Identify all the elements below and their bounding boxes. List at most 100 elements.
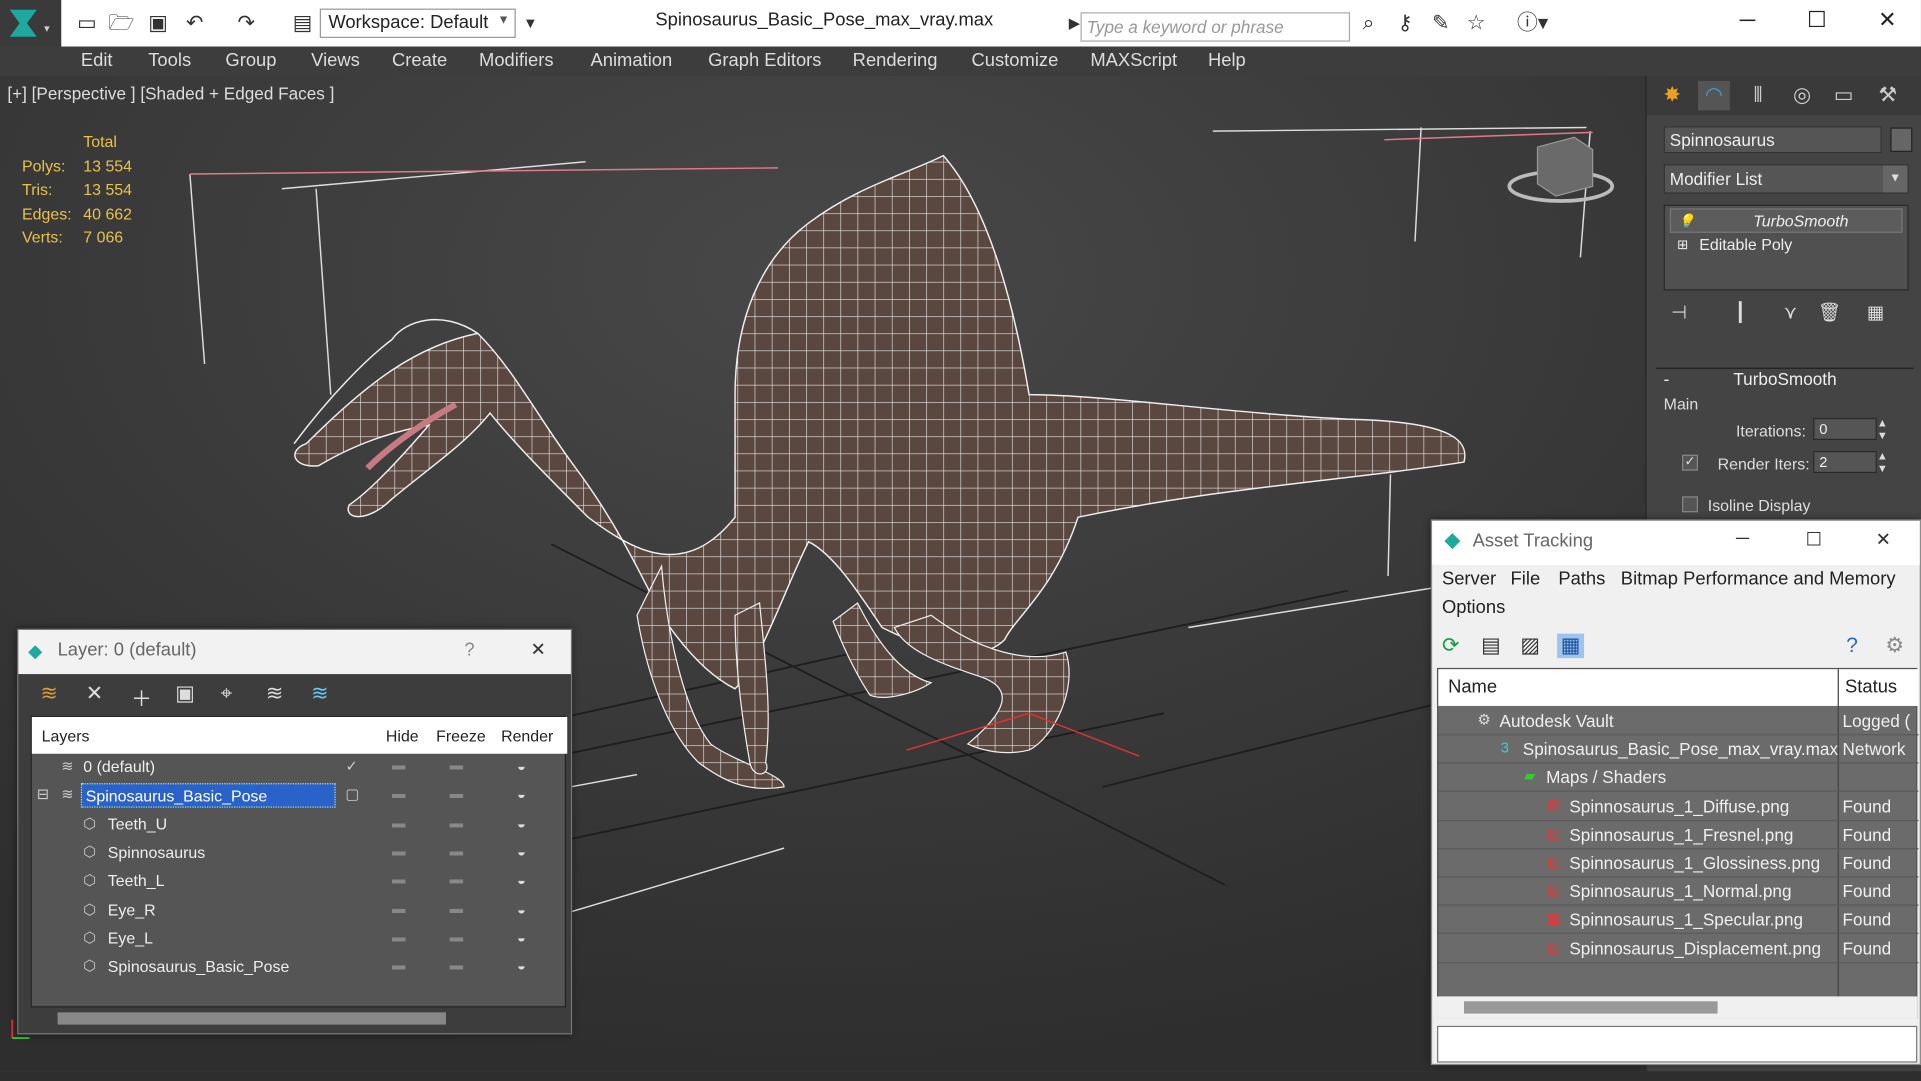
hide-all-icon[interactable]: ≋ [266,681,283,706]
hide-toggle[interactable]: ▬ [392,901,405,916]
redo-icon[interactable]: ↷ [233,10,260,37]
render-teapot-icon[interactable]: ◒ [517,929,526,946]
render-teapot-icon[interactable]: ◒ [517,957,526,974]
stack-item-turbosmooth[interactable]: 💡 TurboSmooth [1669,208,1903,233]
spinner-arrows-icon[interactable]: ▲ ▼ [1877,417,1888,442]
layer-dialog-titlebar[interactable]: ◆ Layer: 0 (default) ? ✕ [18,629,571,675]
scroll-thumb[interactable] [57,1012,446,1025]
save-icon[interactable]: ▣ [145,10,172,37]
freeze-toggle[interactable]: ▬ [450,873,463,888]
menu-animation[interactable]: Animation [590,50,672,71]
asset-dialog-titlebar[interactable]: ◆ Asset Tracking ─ ☐ ✕ [1432,520,1920,566]
layer-name[interactable]: Eye_R [108,900,156,918]
hide-toggle[interactable]: ▬ [392,787,405,802]
asset-menu-options[interactable]: Options [1442,597,1505,618]
hierarchy-tab-icon[interactable]: ⫴ [1742,81,1774,110]
app-logo-icon[interactable]: ▾ [0,0,62,47]
modifier-list-dropdown[interactable]: Modifier List ▼ [1663,164,1909,194]
freeze-toggle[interactable]: ▬ [450,959,463,974]
object-color-swatch[interactable] [1890,127,1913,152]
motion-tab-icon[interactable]: ◎ [1786,81,1818,110]
render-teapot-icon[interactable]: ◒ [517,900,526,917]
favorites-star-icon[interactable]: ☆ [1463,10,1490,37]
render-iters-checkbox[interactable]: ✓ [1682,454,1698,471]
close-button[interactable]: ✕ [1876,528,1891,550]
hide-toggle[interactable]: ▬ [392,844,405,859]
close-button[interactable]: ✕ [530,639,545,661]
asset-row[interactable]: ⚙ Autodesk Vault Logged ( [1438,707,1919,736]
asset-menu-server[interactable]: Server [1442,569,1496,590]
layer-row[interactable]: ⊟ ≋ Spinosaurus_Basic_Pose ▢ ▬ ▬ ◒ [32,782,567,810]
asset-row[interactable]: ▦ Spinnosaurus_1_Diffuse.png Found [1438,792,1919,821]
communication-icon[interactable]: ✎ [1427,10,1454,37]
configure-sets-icon[interactable]: ▦ [1867,301,1884,324]
new-file-icon[interactable]: ▭ [74,10,101,37]
remove-modifier-icon[interactable]: 🗑 [1818,301,1841,324]
menu-edit[interactable]: Edit [81,50,113,71]
display-tab-icon[interactable]: ▭ [1828,81,1860,110]
asset-row[interactable]: ▦ Spinnosaurus_Displacement.png Found [1438,935,1919,963]
layer-name[interactable]: Teeth_L [108,872,165,890]
render-teapot-icon[interactable]: ◒ [517,786,526,803]
project-folder-icon[interactable]: ▤ [289,10,316,37]
asset-row[interactable]: ▦ Spinnosaurus_1_Specular.png Found [1438,906,1919,935]
help-icon[interactable]: ? [1846,634,1858,659]
freeze-toggle[interactable]: ▬ [450,844,463,859]
render-iters-spinner[interactable]: 2 [1813,451,1877,474]
asset-row[interactable]: ▦ Spinnosaurus_1_Fresnel.png Found [1438,821,1919,850]
help-icon[interactable]: ⓘ▾ [1514,10,1551,37]
hide-toggle[interactable]: ▬ [392,959,405,974]
lightbulb-icon[interactable]: 💡 [1678,213,1695,229]
create-tab-icon[interactable]: ✸ [1656,81,1688,110]
asset-row[interactable]: ▰ Maps / Shaders [1438,764,1919,793]
undo-icon[interactable]: ↶ [181,10,208,37]
layer-name[interactable]: Teeth_U [108,815,167,833]
freeze-toggle[interactable]: ▬ [450,930,463,945]
asset-horizontal-scrollbar[interactable] [1437,996,1918,1019]
menu-tools[interactable]: Tools [148,50,191,71]
help-button[interactable]: ? [464,640,474,661]
menu-maxscript[interactable]: MAXScript [1090,50,1177,71]
layer-name[interactable]: Spinnosaurus [108,843,205,861]
workspace-select[interactable]: Workspace: Default ▼ [319,8,516,38]
current-layer-indicator[interactable]: ▢ [345,786,359,803]
layer-row[interactable]: ≋ 0 (default) ✓ ▬ ▬ ◒ [32,754,567,782]
menu-modifiers[interactable]: Modifiers [479,50,554,71]
menu-create[interactable]: Create [392,50,447,71]
make-unique-icon[interactable]: ⋎ [1784,301,1797,324]
col-layers[interactable]: Layers [42,727,90,745]
maximize-button[interactable]: ☐ [1806,528,1822,550]
col-hide[interactable]: Hide [386,727,419,745]
current-layer-indicator[interactable]: ✓ [345,757,357,774]
layer-name[interactable]: Spinosaurus_Basic_Pose [108,957,290,975]
search-input[interactable]: Type a keyword or phrase [1080,12,1351,42]
asset-menu-paths[interactable]: Paths [1558,569,1605,590]
hide-toggle[interactable]: ▬ [392,930,405,945]
hide-toggle[interactable]: ▬ [392,873,405,888]
col-status[interactable]: Status [1845,677,1897,698]
render-teapot-icon[interactable]: ◒ [517,757,526,774]
highlight-selected-icon[interactable]: ⌖ [221,681,233,706]
freeze-all-icon[interactable]: ≋ [311,681,328,706]
layer-name[interactable]: Eye_L [108,929,153,947]
modify-tab-icon[interactable]: ◠ [1697,80,1730,111]
new-layer-icon[interactable]: ≋ [40,681,57,706]
pin-stack-icon[interactable]: ⊣ [1671,301,1687,324]
asset-menu-file[interactable]: File [1511,569,1541,590]
collapse-icon[interactable]: ⊟ [37,786,49,803]
menu-customize[interactable]: Customize [972,50,1059,71]
hide-toggle[interactable]: ▬ [392,816,405,831]
layer-row[interactable]: ⬡ Eye_L ▬ ▬ ◒ [32,925,567,953]
isoline-checkbox[interactable] [1682,496,1698,513]
freeze-toggle[interactable]: ▬ [450,759,463,774]
spinner-arrows-icon[interactable]: ▲ ▼ [1877,450,1888,475]
layer-horizontal-scrollbar[interactable] [30,1007,566,1030]
freeze-toggle[interactable]: ▬ [450,787,463,802]
col-freeze[interactable]: Freeze [436,727,486,745]
layer-name[interactable]: 0 (default) [83,757,155,775]
object-name-field[interactable]: Spinnosaurus [1663,126,1882,154]
freeze-toggle[interactable]: ▬ [450,901,463,916]
minimize-button[interactable]: ─ [1740,7,1756,33]
render-teapot-icon[interactable]: ◒ [517,843,526,860]
user-icon[interactable]: ⚙ [1885,634,1904,659]
